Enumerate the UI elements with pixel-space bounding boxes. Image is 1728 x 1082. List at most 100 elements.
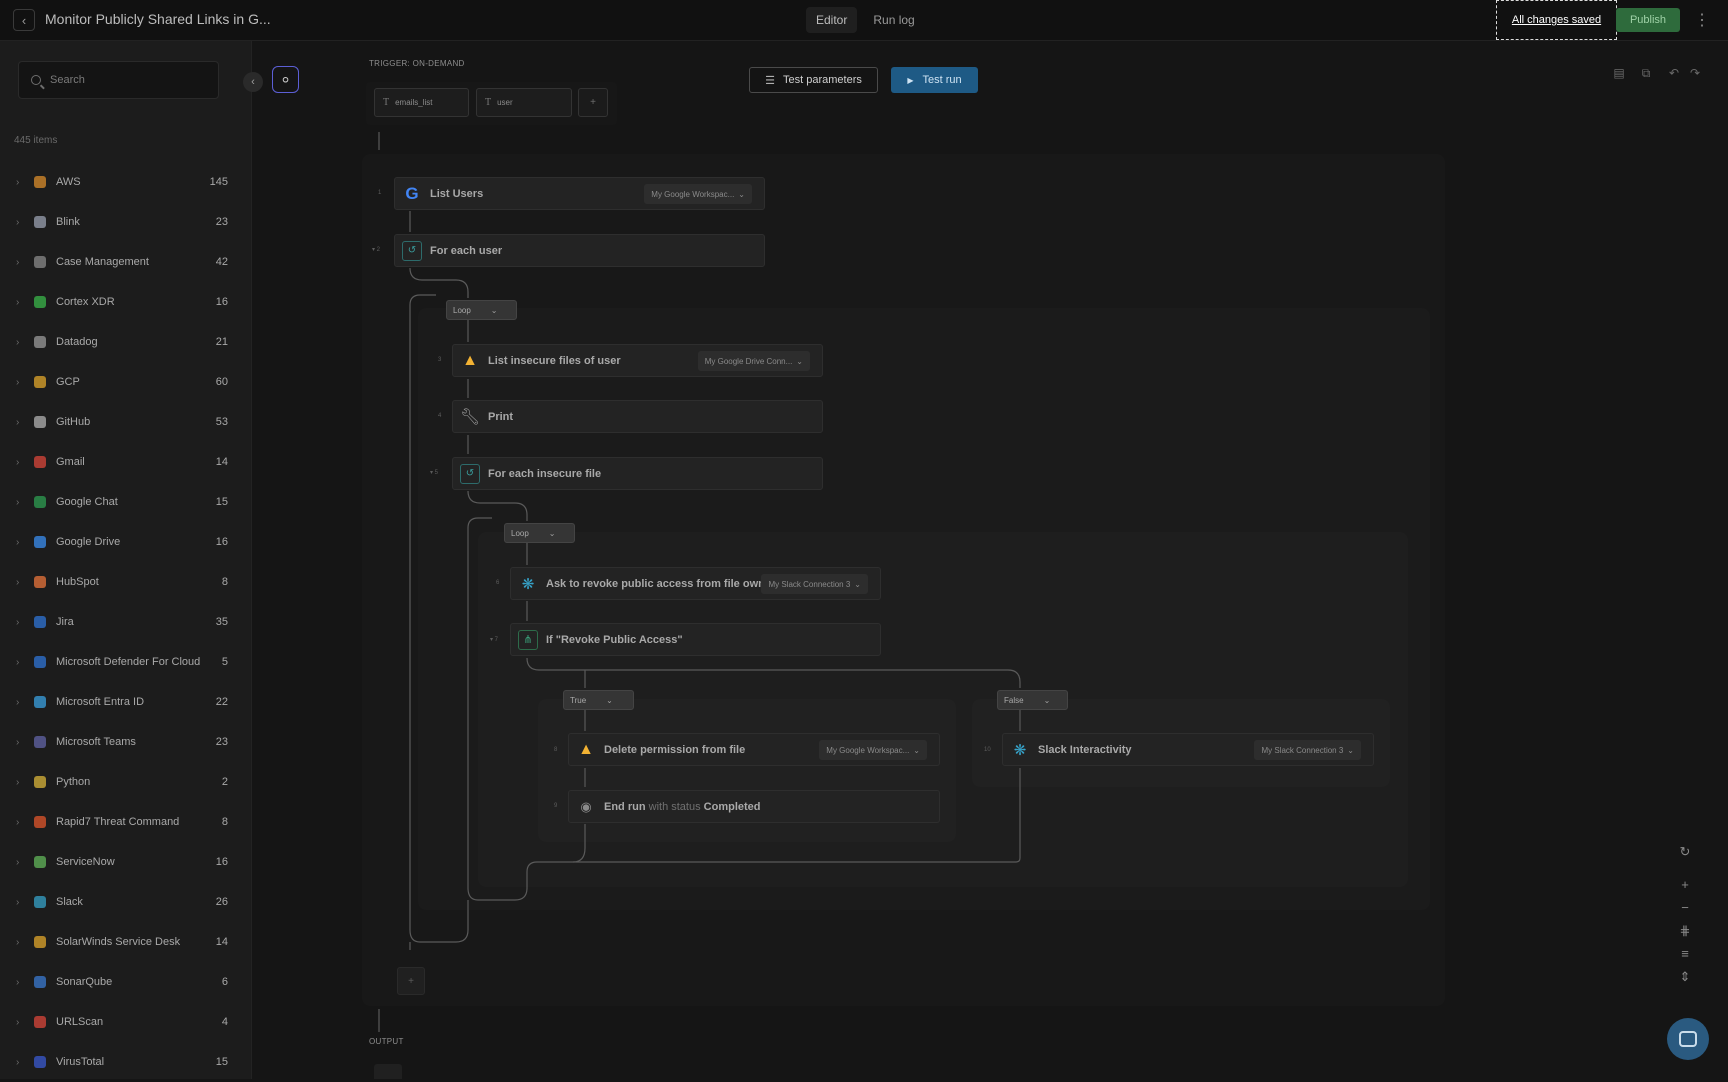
param-chip-user[interactable]: Tuser	[476, 88, 572, 117]
true-branch-dropdown[interactable]: True ⌄	[563, 690, 634, 710]
workflow-title[interactable]: Monitor Publicly Shared Links in G...	[45, 11, 271, 27]
integration-count: 23	[215, 736, 228, 748]
output-label: OUTPUT	[369, 1037, 404, 1046]
step-list-users[interactable]: G List Users My Google Workspac... ⌄	[394, 177, 765, 210]
text-type-icon: T	[383, 97, 390, 108]
add-step-button[interactable]: +	[397, 967, 425, 995]
servicenow-icon	[34, 856, 46, 868]
integration-item[interactable]: › Rapid7 Threat Command 8	[0, 802, 252, 842]
step-delete-permission[interactable]: ▲ Delete permission from file My Google …	[568, 733, 940, 766]
save-status[interactable]: All changes saved	[1496, 0, 1617, 40]
integration-count: 53	[215, 416, 228, 428]
integration-item[interactable]: › Cortex XDR 16	[0, 282, 252, 322]
integration-item[interactable]: › Microsoft Defender For Cloud 5	[0, 642, 252, 682]
google-drive-icon	[34, 536, 46, 548]
step-number: 8	[554, 747, 558, 753]
integration-item[interactable]: › HubSpot 8	[0, 562, 252, 602]
loop-dropdown[interactable]: Loop ⌄	[504, 523, 575, 543]
redo-icon[interactable]: ↷	[1685, 63, 1705, 83]
blink-icon	[34, 216, 46, 228]
integration-name: Cortex XDR	[56, 296, 115, 308]
step-end-run[interactable]: ◉ End run with status Completed	[568, 790, 940, 823]
integration-item[interactable]: › Google Chat 15	[0, 482, 252, 522]
output-node[interactable]	[374, 1064, 402, 1079]
canvas-tool-button[interactable]: ⚪︎	[272, 66, 299, 93]
integration-item[interactable]: › Google Drive 16	[0, 522, 252, 562]
hubspot-icon	[34, 576, 46, 588]
connection-select[interactable]: My Slack Connection 3 ⌄	[1254, 740, 1361, 760]
connection-select[interactable]: My Google Workspac... ⌄	[819, 740, 927, 760]
step-number: 9	[554, 803, 558, 809]
integration-item[interactable]: › Datadog 21	[0, 322, 252, 362]
note-icon[interactable]: ▤	[1609, 63, 1629, 83]
search-box	[18, 61, 219, 99]
integration-name: Jira	[56, 616, 74, 628]
integration-item[interactable]: › Case Management 42	[0, 242, 252, 282]
trigger-label: TRIGGER: ON-DEMAND	[369, 59, 465, 68]
connection-select[interactable]: My Google Workspac... ⌄	[644, 184, 752, 204]
integration-name: Slack	[56, 896, 83, 908]
add-param-button[interactable]: +	[578, 88, 608, 117]
chevron-right-icon: ›	[16, 896, 20, 908]
undo-icon[interactable]: ↶	[1664, 63, 1684, 83]
aws-icon	[34, 176, 46, 188]
integration-count: 16	[215, 296, 228, 308]
step-list-insecure-files[interactable]: ▲ List insecure files of user My Google …	[452, 344, 823, 377]
search-input[interactable]	[50, 74, 200, 86]
chevron-right-icon: ›	[16, 496, 20, 508]
step-number: 1	[378, 190, 382, 196]
integration-item[interactable]: › Microsoft Entra ID 22	[0, 682, 252, 722]
integration-item[interactable]: › GCP 60	[0, 362, 252, 402]
integration-item[interactable]: › URLScan 4	[0, 1002, 252, 1042]
integration-name: Microsoft Entra ID	[56, 696, 145, 708]
step-slack-interactivity[interactable]: ❋ Slack Interactivity My Slack Connectio…	[1002, 733, 1374, 766]
chevron-right-icon: ›	[16, 696, 20, 708]
integration-name: SolarWinds Service Desk	[56, 936, 181, 948]
integration-item[interactable]: › Microsoft Teams 23	[0, 722, 252, 762]
back-button[interactable]: ‹	[13, 9, 35, 31]
copy-icon[interactable]: ⧉	[1636, 63, 1656, 83]
connection-select[interactable]: My Google Drive Conn... ⌄	[697, 351, 810, 371]
connection-select[interactable]: My Slack Connection 3 ⌄	[761, 574, 868, 594]
rapid7-icon	[34, 816, 46, 828]
integration-item[interactable]: › ServiceNow 16	[0, 842, 252, 882]
chat-support-button[interactable]	[1667, 1018, 1709, 1060]
vertical-dots-icon[interactable]: ⋮	[1694, 10, 1710, 30]
step-ask-to-revoke[interactable]: ❋ Ask to revoke public access from file …	[510, 567, 881, 600]
integration-item[interactable]: › VirusTotal 15	[0, 1042, 252, 1082]
collapse-sidebar-button[interactable]: ‹	[243, 72, 263, 92]
reset-view-icon[interactable]: ↻	[1672, 840, 1698, 863]
step-print[interactable]: 🔧︎ Print	[452, 400, 823, 433]
google-drive-icon: ▲	[462, 351, 478, 369]
fit-horizontal-icon[interactable]: ⋕	[1672, 919, 1698, 942]
fit-vertical-icon[interactable]: ≡	[1672, 942, 1698, 965]
branch-label: True	[570, 695, 587, 705]
integration-item[interactable]: › Slack 26	[0, 882, 252, 922]
integration-item[interactable]: › Blink 23	[0, 202, 252, 242]
zoom-out-icon[interactable]: −	[1672, 896, 1698, 919]
chevron-right-icon: ›	[16, 576, 20, 588]
integration-name: VirusTotal	[56, 1056, 105, 1068]
loop-dropdown[interactable]: Loop ⌄	[446, 300, 517, 320]
zoom-in-icon[interactable]: +	[1672, 873, 1698, 896]
integration-item[interactable]: › GitHub 53	[0, 402, 252, 442]
integration-item[interactable]: › SonarQube 6	[0, 962, 252, 1002]
step-for-each-user[interactable]: ↺ For each user	[394, 234, 765, 267]
publish-button[interactable]: Publish	[1616, 8, 1680, 32]
false-branch-dropdown[interactable]: False ⌄	[997, 690, 1068, 710]
param-chip-emails-list[interactable]: Temails_list	[374, 88, 469, 117]
step-for-each-insecure-file[interactable]: ↺ For each insecure file	[452, 457, 823, 490]
integration-item[interactable]: › Jira 35	[0, 602, 252, 642]
slack-icon: ❋	[521, 575, 535, 593]
integration-item[interactable]: › AWS 145	[0, 162, 252, 202]
integration-item[interactable]: › SolarWinds Service Desk 14	[0, 922, 252, 962]
tab-run-log[interactable]: Run log	[863, 7, 924, 33]
test-parameters-button[interactable]: ☰ Test parameters	[749, 67, 878, 93]
integration-item[interactable]: › Gmail 14	[0, 442, 252, 482]
tab-editor[interactable]: Editor	[806, 7, 858, 33]
test-run-button[interactable]: ▶ Test run	[891, 67, 978, 93]
step-if-revoke[interactable]: ⋔ If "Revoke Public Access"	[510, 623, 881, 656]
expand-collapse-icon[interactable]: ⇕	[1672, 965, 1698, 988]
integration-item[interactable]: › Python 2	[0, 762, 252, 802]
cortex-xdr-icon	[34, 296, 46, 308]
